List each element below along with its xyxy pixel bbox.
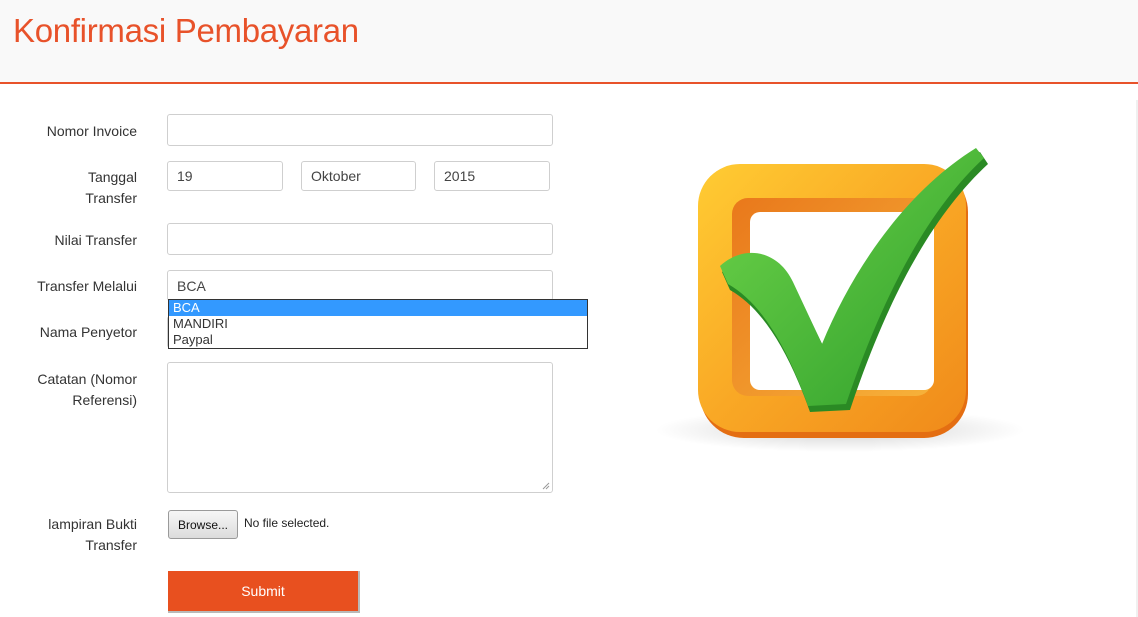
date-year-input[interactable]: 2015 [434, 161, 550, 191]
attachment-label-line1: lampiran Bukti [48, 516, 137, 532]
date-month-input[interactable]: Oktober [301, 161, 416, 191]
file-status-text: No file selected. [244, 516, 330, 530]
notes-label-line2: Referensi) [72, 392, 137, 408]
payment-confirmation-page: Konfirmasi Pembayaran Nomor Invoice Tang… [0, 0, 1138, 617]
method-label: Transfer Melalui [37, 278, 137, 294]
attachment-label: lampiran Bukti Transfer [15, 514, 137, 556]
page-title: Konfirmasi Pembayaran [13, 12, 359, 49]
method-select[interactable]: BCA [167, 270, 553, 301]
depositor-label: Nama Penyetor [39, 324, 137, 340]
notes-label: Catatan (Nomor Referensi) [15, 369, 137, 411]
date-label-line1: Tanggal [87, 169, 137, 185]
attachment-label-line2: Transfer [85, 537, 137, 553]
method-option-mandiri[interactable]: MANDIRI [169, 316, 587, 332]
invoice-input[interactable] [167, 114, 553, 146]
date-day-input[interactable]: 19 [167, 161, 283, 191]
date-label-line2: Transfer [85, 190, 137, 206]
amount-input[interactable] [167, 223, 553, 255]
date-label: Tanggal Transfer [15, 167, 137, 209]
invoice-label: Nomor Invoice [46, 123, 137, 139]
method-dropdown-list: BCA MANDIRI Paypal [168, 299, 588, 349]
notes-label-line1: Catatan (Nomor [37, 371, 137, 387]
browse-button[interactable]: Browse... [168, 510, 238, 539]
amount-label: Nilai Transfer [54, 232, 137, 248]
page-header: Konfirmasi Pembayaran [0, 0, 1138, 84]
resize-handle-icon[interactable] [542, 482, 550, 490]
submit-button[interactable]: Submit [168, 571, 360, 613]
method-option-bca[interactable]: BCA [169, 300, 587, 316]
notes-textarea[interactable] [167, 362, 553, 493]
method-option-paypal[interactable]: Paypal [169, 332, 587, 348]
checkbox-checkmark-icon [655, 148, 1025, 452]
